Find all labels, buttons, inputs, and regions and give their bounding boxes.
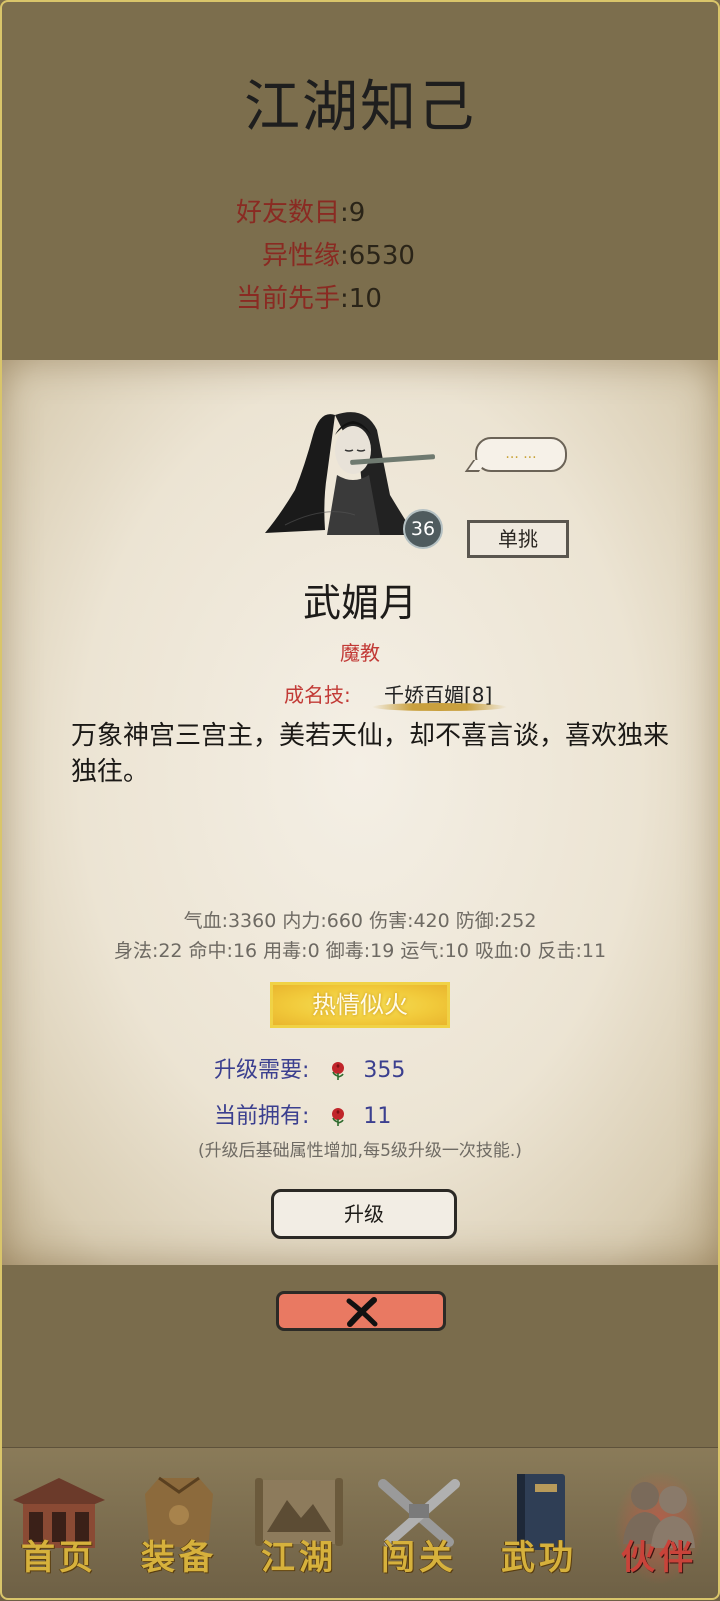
screen-border: [0, 0, 720, 1600]
